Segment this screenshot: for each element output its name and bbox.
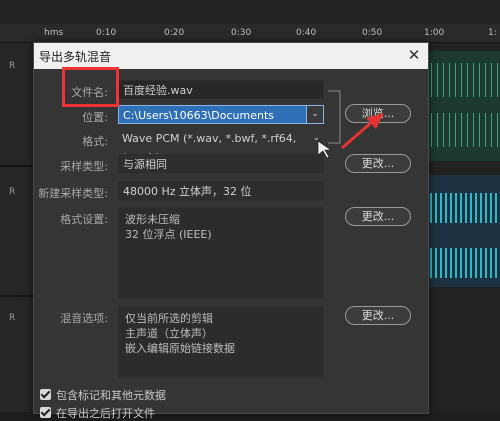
annotation-arrow <box>317 113 384 159</box>
